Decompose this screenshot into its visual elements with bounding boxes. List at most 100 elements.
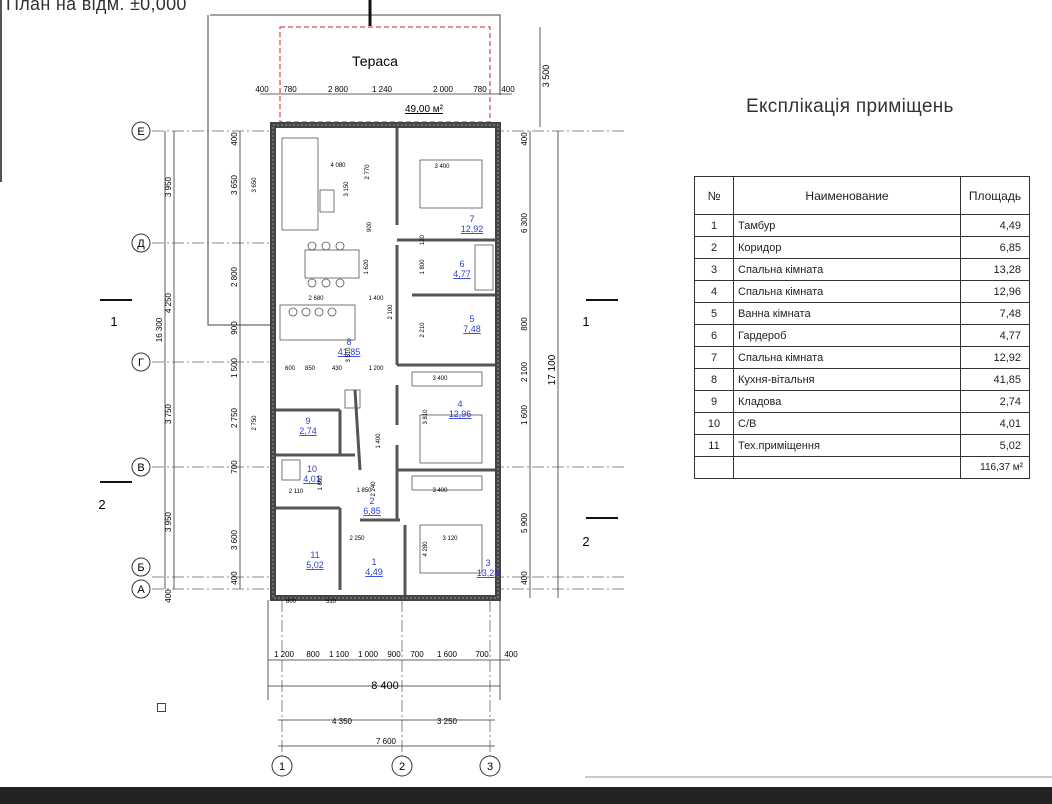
left-dim: 3 750 [164, 403, 173, 424]
inner-dim: 1 400 [376, 433, 382, 449]
terrace-dim: 2 000 [433, 85, 454, 94]
room-number: 6 [459, 259, 464, 269]
axis-span-dim: 4 350 [332, 717, 353, 726]
bottom-dim: 1 600 [437, 650, 458, 659]
inner-dim: 850 [305, 366, 316, 372]
room-number: 9 [305, 416, 310, 426]
left-dim: 400 [164, 589, 173, 603]
inner-dim: 2 680 [308, 296, 324, 302]
axis-letter: В [137, 462, 144, 474]
explication-row: 1 Тамбур 4,49 [694, 214, 1030, 237]
axis-total-dim: 7 600 [376, 737, 397, 746]
bottom-dim: 700 [410, 650, 424, 659]
inner-dim: 510 [326, 599, 337, 605]
terrace-dim: 1 240 [372, 85, 393, 94]
terrace-label: Тераса [352, 53, 398, 69]
right-dim: 400 [520, 571, 529, 585]
axis-letter: Г [138, 357, 144, 369]
explication-table: № Наименование Площадь 1 Тамбур 4,49 2 Корид… [694, 176, 1030, 479]
room-number: 5 [469, 314, 474, 324]
terrace-dim: 400 [255, 85, 269, 94]
room-area: 5,02 [306, 560, 324, 570]
room-name-cell: С/В [733, 412, 961, 435]
explication-row: 4 Спальна кімната 12,96 [694, 280, 1030, 303]
right-dim: 400 [520, 132, 529, 146]
bottom-dim: 900 [387, 650, 401, 659]
room-number: 4 [457, 399, 462, 409]
axis-letter: Б [137, 562, 144, 574]
terrace-dim: 780 [283, 85, 297, 94]
room-area-cell: 41,85 [960, 368, 1030, 391]
room-number: 3 [485, 558, 490, 568]
right-total-dim: 17 100 [547, 354, 558, 385]
footer-rule [585, 776, 1052, 778]
explication-row: 7 Спальна кімната 12,92 [694, 346, 1030, 369]
room-area: 13,28 [477, 568, 500, 578]
terrace-area: 49,00 м² [405, 104, 444, 115]
inner-dim: 2 110 [289, 489, 304, 495]
inner-dim: 900 [367, 221, 373, 232]
left-inner-dim: 2 800 [230, 266, 239, 287]
inner-dim: 2 210 [420, 322, 426, 338]
right-dim: 800 [520, 317, 529, 331]
inner-dim: 3 810 [423, 409, 429, 425]
room-name-cell: Тамбур [733, 214, 961, 237]
inner-dim: 2 100 [388, 304, 394, 320]
left-dim: 3 950 [164, 176, 173, 197]
axis-letter: Е [137, 126, 144, 138]
left-inner-dim: 400 [230, 571, 239, 585]
inner-dim: 3 400 [432, 488, 448, 494]
inner-dim: 1 620 [364, 259, 370, 275]
left-inner-dim: 900 [230, 321, 239, 335]
terrace-dim: 780 [473, 85, 487, 94]
axis-letter: А [137, 584, 145, 596]
left-inner-dim: 3 650 [230, 174, 239, 195]
section-label: 1 [582, 314, 589, 329]
left-total-dim: 16 300 [155, 317, 164, 342]
room-number: 11 [310, 550, 319, 560]
left-inner-dim: 3 600 [230, 529, 239, 550]
room-name-cell: Спальна кімната [733, 258, 961, 281]
terrace-dim: 2 800 [328, 85, 349, 94]
inner-dim: 1 400 [368, 296, 384, 302]
room-number: 1 [371, 557, 376, 567]
left-dim: 4 250 [164, 292, 173, 313]
inner-dim: 1 200 [368, 366, 384, 372]
explication-header-row: № Наименование Площадь [694, 176, 1030, 215]
inner-dim: 3 400 [434, 164, 450, 170]
room-number-cell: 4 [694, 280, 734, 303]
explication-total-row: 116,37 м² [694, 456, 1030, 479]
explication-total: 116,37 м² [960, 456, 1030, 479]
terrace-outline [279, 26, 491, 123]
section-label: 2 [582, 534, 589, 549]
inner-dim: 2 770 [365, 164, 371, 180]
room-area: 2,74 [299, 426, 317, 436]
inner-dim: 800 [286, 599, 297, 605]
bottom-dim: 800 [306, 650, 320, 659]
total-empty-cell [733, 456, 961, 479]
room-number-cell: 5 [694, 302, 734, 325]
room-area: 12,92 [461, 224, 484, 234]
bottom-bar [0, 787, 1052, 804]
left-inner-dim: 700 [230, 460, 239, 474]
small-square-marker [157, 703, 166, 712]
inner-dim: 1 800 [420, 259, 426, 275]
room-number-cell: 9 [694, 390, 734, 413]
left-dim: 3 950 [164, 511, 173, 532]
room-name-cell: Тех.приміщення [733, 434, 961, 457]
room-number-cell: 2 [694, 236, 734, 259]
room-area: 4,49 [365, 567, 383, 577]
room-name-cell: Коридор [733, 236, 961, 259]
inner-dim: 2 750 [252, 415, 258, 431]
right-dim: 5 900 [520, 512, 529, 533]
right-dim: 1 600 [520, 404, 529, 425]
room-name-cell: Гардероб [733, 324, 961, 347]
header-area: Площадь [960, 176, 1030, 215]
left-inner-dim: 2 750 [230, 407, 239, 428]
room-number-cell: 7 [694, 346, 734, 369]
room-area-cell: 5,02 [960, 434, 1030, 457]
room-area-cell: 4,01 [960, 412, 1030, 435]
room-area: 4,77 [453, 269, 471, 279]
room-area: 6,85 [363, 506, 381, 516]
bottom-dim: 1 200 [274, 650, 295, 659]
